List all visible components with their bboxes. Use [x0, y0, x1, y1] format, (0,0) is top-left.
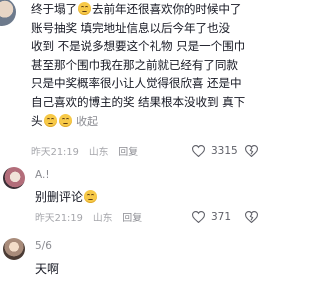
comment-text-line: 收到 不是说多想要这个礼物 只是一个围巾: [31, 39, 246, 54]
dislike-icon[interactable]: [245, 211, 258, 223]
avatar[interactable]: [3, 238, 25, 260]
dislike-icon[interactable]: [245, 145, 258, 157]
comment-text: 别删评论: [35, 188, 98, 205]
heart-icon[interactable]: [192, 145, 205, 157]
comment-text-line: 自己喜欢的博主的奖 结果根本没收到 真下: [31, 94, 246, 109]
reply-button[interactable]: 回复: [122, 210, 142, 224]
like-group: 3315: [192, 144, 258, 158]
comment-text-line: 去前年还很喜欢你的时候中了: [91, 2, 242, 16]
comment-text: 天啊: [35, 262, 60, 276]
collapse-link[interactable]: 收起: [76, 115, 98, 128]
comment-text-line: 只是中奖概率很小让人觉得很欣喜 还是中: [31, 76, 242, 91]
comment-text-line: 甚至那个围巾我在那之前就已经有了同款: [31, 57, 238, 72]
comment-text: 终于塌了 去前年还很喜欢你的时候中了 账号抽奖 填完地址信息以后今年了也没 收到 …: [31, 0, 253, 131]
comment-meta: 昨天21:19 山东 回复: [31, 144, 138, 158]
smile-emoji-icon: [43, 113, 57, 127]
avatar[interactable]: [0, 0, 16, 26]
like-group: 371: [192, 210, 258, 224]
reply-button[interactable]: 回复: [118, 144, 138, 158]
avatar[interactable]: [3, 167, 25, 189]
smile-emoji-icon: [77, 2, 91, 15]
like-count: 3315: [211, 145, 238, 157]
comment-meta: 昨天21:19 山东 回复: [35, 210, 142, 224]
heart-icon[interactable]: [192, 211, 205, 223]
smile-emoji-icon: [58, 113, 72, 127]
comment-text-line: 头: [31, 113, 43, 128]
comment-time: 昨天21:19: [31, 147, 79, 158]
comment-author[interactable]: A.!: [35, 169, 50, 181]
comment-author[interactable]: 5/6: [35, 240, 52, 252]
comment-location: 山东: [92, 213, 113, 224]
like-count: 371: [211, 211, 232, 223]
comment-text-line: 终于塌了: [31, 2, 77, 16]
comment-time: 昨天21:19: [35, 213, 83, 224]
comment-text-line: 账号抽奖 填完地址信息以后今年了也没: [31, 20, 230, 35]
comment-location: 山东: [88, 147, 109, 158]
sweat-emoji-icon: [84, 190, 98, 203]
comment-text-line: 别删评论: [35, 190, 84, 204]
